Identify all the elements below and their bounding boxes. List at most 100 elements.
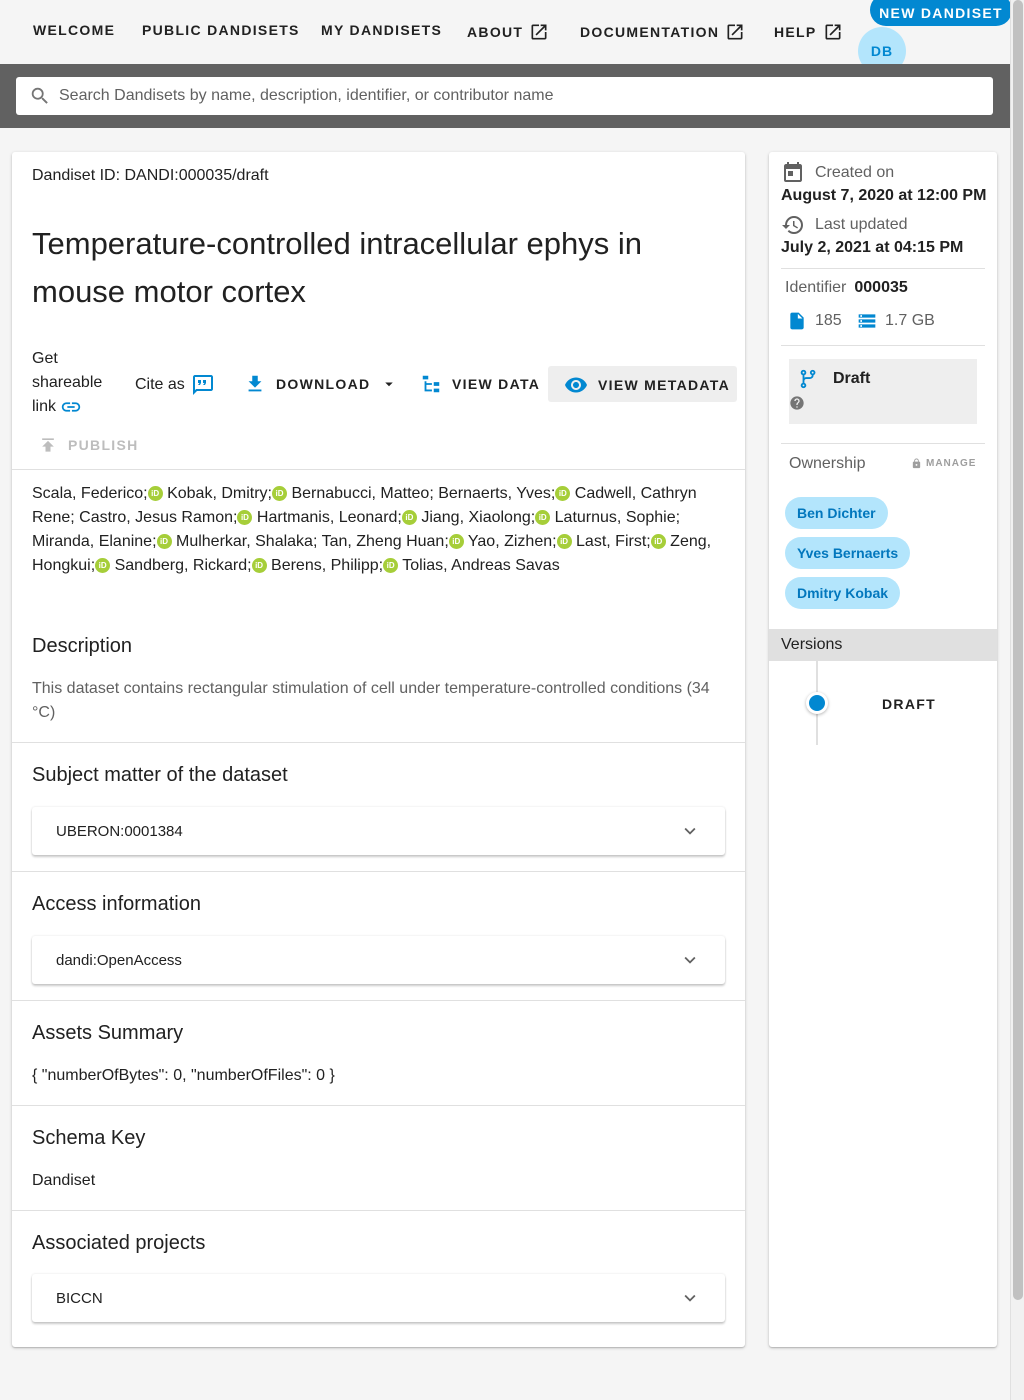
last-updated-row: Last updated	[781, 213, 908, 237]
publish-label: PUBLISH	[68, 437, 139, 453]
download-menu-button[interactable]: DOWNLOAD	[244, 373, 398, 395]
contributor-name: Hartmanis, Leonard	[256, 509, 398, 526]
scrollbar-thumb[interactable]	[1013, 0, 1023, 1300]
divider	[12, 742, 745, 743]
associated-projects-title: Associated projects	[32, 1232, 206, 1254]
orcid-icon[interactable]: iD	[237, 510, 253, 525]
dandiset-id: Dandiset ID: DANDI:000035/draft	[32, 167, 269, 184]
identifier-row: Identifier 000035	[785, 279, 908, 297]
divider	[781, 345, 985, 346]
orcid-icon[interactable]: iD	[556, 534, 572, 549]
contributor-name: Mulherkar, Shalaka	[175, 533, 313, 550]
contributor-list: Scala, Federico; iD Kobak, Dmitry; iD Bern…	[32, 485, 712, 574]
branch-icon	[800, 369, 816, 389]
ownership-label-text: Ownership	[789, 455, 866, 472]
contributor-name: Kobak, Dmitry	[167, 485, 268, 502]
top-navigation: WELCOME PUBLIC DANDISETS MY DANDISETS AB…	[0, 0, 1012, 75]
file-count-value: 185	[815, 312, 842, 329]
owner-chip[interactable]: Ben Dichter	[785, 497, 888, 529]
nav-documentation-label: DOCUMENTATION	[580, 24, 720, 40]
orcid-icon[interactable]: iD	[95, 558, 111, 573]
orcid-icon[interactable]: iD	[535, 510, 551, 525]
description-title: Description	[32, 635, 133, 657]
created-on-label: Created on	[815, 164, 895, 181]
contributor-name: Bernabucci, Matteo	[291, 485, 430, 502]
help-icon[interactable]	[789, 395, 805, 411]
orcid-icon[interactable]: iD	[448, 534, 464, 549]
last-updated-value: July 2, 2021 at 04:15 PM	[781, 239, 964, 256]
orcid-icon[interactable]: iD	[555, 486, 571, 501]
lock-icon	[912, 458, 921, 469]
versions-header: Versions	[769, 629, 997, 661]
download-icon	[248, 375, 262, 392]
subject-matter-panel[interactable]: UBERON:0001384	[32, 807, 725, 855]
file-icon	[790, 312, 804, 330]
contributor-name: Scala, Federico	[32, 485, 144, 502]
contributor-name: Castro, Jesus Ramon	[79, 509, 233, 526]
associated-projects-panel[interactable]: BICCN	[32, 1274, 725, 1322]
page-scrollbar[interactable]	[1010, 0, 1024, 1400]
nav-help[interactable]: HELP	[774, 22, 843, 42]
identifier-value: 000035	[854, 279, 908, 296]
divider	[12, 469, 745, 470]
orcid-icon[interactable]: iD	[156, 534, 172, 549]
owner-chip[interactable]: Yves Bernaerts	[785, 537, 911, 569]
version-draft-button[interactable]: DRAFT	[882, 696, 936, 712]
divider	[12, 1000, 745, 1001]
schema-key-value: Dandiset	[32, 1172, 96, 1189]
version-status-label: Draft	[833, 370, 871, 387]
eye-icon	[565, 377, 587, 393]
access-information-value: dandi:OpenAccess	[56, 951, 182, 969]
orcid-icon[interactable]: iD	[401, 510, 417, 525]
associated-projects-value: BICCN	[56, 1289, 103, 1307]
last-updated-label: Last updated	[815, 216, 908, 233]
cite-as-button[interactable]: Cite as	[135, 373, 215, 397]
publish-icon	[42, 438, 54, 452]
orcid-icon[interactable]: iD	[383, 558, 399, 573]
schema-key-title: Schema Key	[32, 1127, 146, 1149]
access-information-panel[interactable]: dandi:OpenAccess	[32, 936, 725, 984]
ownership-label: Ownership	[789, 455, 865, 473]
view-data-button[interactable]: VIEW DATA	[420, 373, 540, 395]
nav-help-label: HELP	[774, 24, 817, 40]
manage-owners-button[interactable]: MANAGE	[911, 458, 976, 469]
file-tree-icon	[422, 375, 440, 393]
versions-label: Versions	[781, 636, 843, 653]
search-band	[0, 64, 1010, 128]
history-icon	[782, 216, 803, 234]
search-input[interactable]	[59, 87, 959, 105]
nav-my-dandisets[interactable]: MY DANDISETS	[321, 22, 442, 38]
owner-name: Ben Dichter	[797, 505, 876, 521]
divider	[12, 871, 745, 872]
assets-summary-title: Assets Summary	[32, 1022, 184, 1044]
access-information-title: Access information	[32, 893, 201, 915]
nav-welcome[interactable]: WELCOME	[33, 22, 115, 38]
publish-button[interactable]: PUBLISH	[38, 435, 139, 455]
size-row: 1.7 GB	[857, 310, 935, 332]
divider	[12, 1105, 745, 1106]
shareable-link-button[interactable]: Get shareable link	[32, 347, 112, 419]
storage-icon	[858, 314, 876, 328]
nav-public-dandisets[interactable]: PUBLIC DANDISETS	[142, 22, 300, 38]
view-metadata-label: VIEW METADATA	[598, 377, 730, 393]
orcid-icon[interactable]: iD	[251, 558, 267, 573]
view-data-label: VIEW DATA	[452, 376, 541, 392]
divider	[781, 268, 985, 269]
caret-down-icon	[385, 382, 394, 387]
nav-documentation[interactable]: DOCUMENTATION	[580, 22, 745, 42]
search-box[interactable]	[16, 77, 993, 115]
owner-name: Yves Bernaerts	[797, 545, 899, 561]
divider	[781, 443, 985, 444]
cite-as-label: Cite as	[135, 376, 185, 393]
external-link-icon	[531, 24, 547, 40]
contributor-name: Tolias, Andreas Savas	[402, 557, 560, 574]
orcid-icon[interactable]: iD	[650, 534, 666, 549]
link-icon	[62, 402, 81, 412]
assets-summary-value: { "numberOfBytes": 0, "numberOfFiles": 0…	[32, 1067, 335, 1084]
orcid-icon[interactable]: iD	[147, 486, 163, 501]
nav-about[interactable]: ABOUT	[467, 22, 549, 42]
new-dandiset-button[interactable]: NEW DANDISET	[870, 0, 1012, 26]
orcid-icon[interactable]: iD	[272, 486, 287, 501]
owner-chip[interactable]: Dmitry Kobak	[785, 577, 901, 609]
external-link-icon	[727, 24, 743, 40]
